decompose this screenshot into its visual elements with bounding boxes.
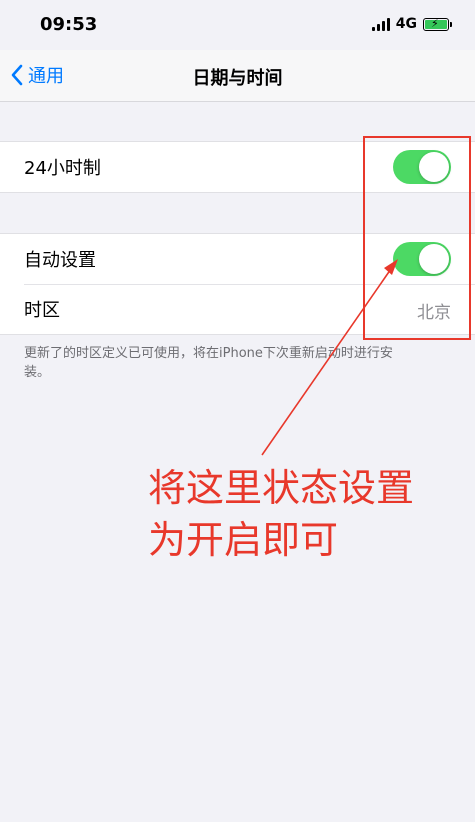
annotation-text: 将这里状态设置 为开启即可 (148, 462, 414, 566)
annotation-line-2: 为开启即可 (148, 518, 339, 562)
annotation-line-1: 将这里状态设置 (148, 466, 415, 510)
annotation-arrow (261, 259, 398, 456)
